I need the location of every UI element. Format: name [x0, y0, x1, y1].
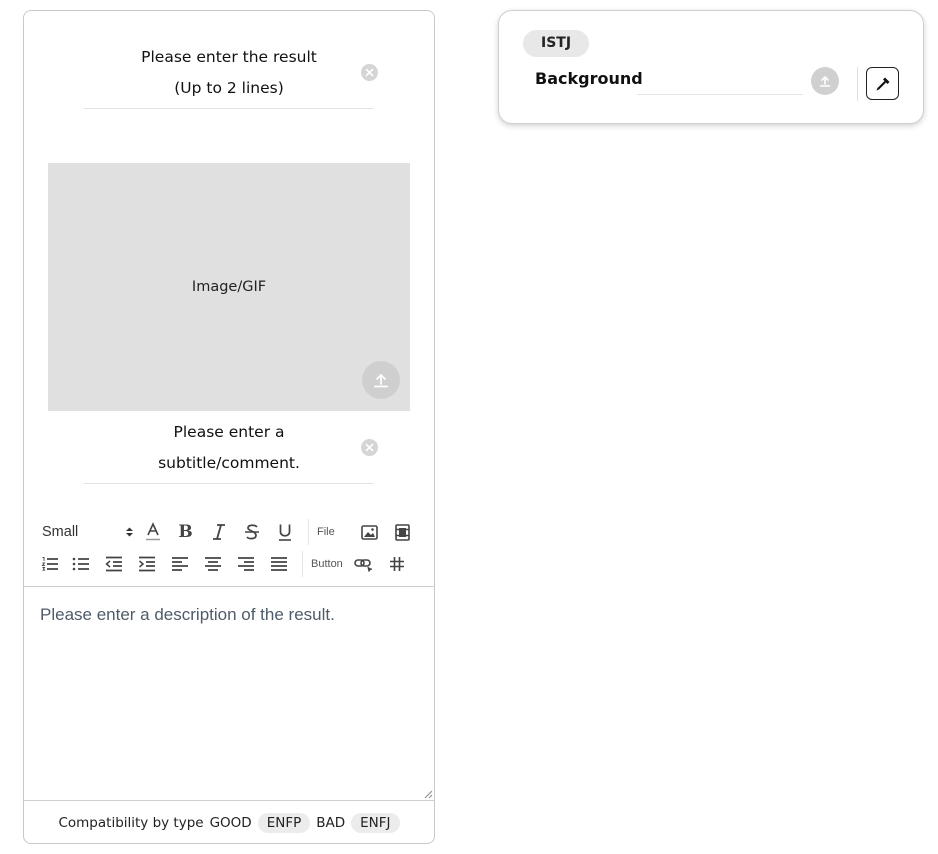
upload-icon	[819, 76, 831, 87]
font-color-icon	[145, 522, 160, 541]
image-gif-label: Image/GIF	[191, 279, 267, 295]
clear-subtitle-button[interactable]	[361, 439, 378, 456]
toolbar-divider	[308, 519, 309, 545]
outdent-button[interactable]	[97, 551, 130, 577]
bad-type-badge[interactable]: ENFJ	[351, 813, 400, 833]
image-icon	[361, 524, 378, 540]
description-placeholder: Please enter a description of the result…	[40, 605, 335, 624]
insert-video-button[interactable]	[386, 519, 419, 545]
background-settings-card: ISTJ Background	[498, 10, 924, 124]
compatibility-label: Compatibility by type	[58, 815, 204, 831]
background-upload-button[interactable]	[811, 67, 839, 95]
toolbar-row-2: Button	[36, 551, 413, 577]
image-upload-button[interactable]	[362, 361, 400, 399]
compatibility-row: Compatibility by type GOOD ENFP BAD ENFJ	[24, 809, 434, 837]
type-tag: ISTJ	[523, 30, 590, 57]
strikethrough-button[interactable]	[235, 519, 268, 545]
select-arrows-icon	[126, 527, 133, 537]
result-title-field[interactable]: Please enter the result (Up to 2 lines)	[84, 42, 378, 109]
clear-icon	[365, 68, 374, 77]
align-right-icon	[237, 557, 254, 571]
description-editor[interactable]: Please enter a description of the result…	[24, 586, 434, 801]
good-label: GOOD	[209, 815, 252, 831]
background-input[interactable]	[637, 71, 803, 95]
bad-label: BAD	[316, 815, 346, 831]
toolbar-divider	[302, 551, 303, 577]
result-title-line1: Please enter the result	[141, 48, 317, 66]
indent-button[interactable]	[130, 551, 163, 577]
file-button[interactable]: File	[317, 526, 353, 538]
outdent-icon	[104, 556, 122, 572]
hashtag-icon	[389, 557, 404, 571]
insert-hashtag-button[interactable]	[380, 551, 413, 577]
divider	[857, 67, 858, 101]
ordered-list-icon	[41, 557, 58, 571]
font-size-value: Small	[42, 524, 79, 540]
subtitle-line1: Please enter a	[173, 423, 285, 441]
toolbar-row-1: Small B File	[36, 519, 419, 545]
link-icon	[354, 558, 373, 572]
subtitle-line2: subtitle/comment.	[158, 454, 300, 472]
align-left-button[interactable]	[163, 551, 196, 577]
color-picker-button[interactable]	[866, 67, 899, 100]
clear-icon	[365, 443, 374, 452]
result-title-placeholder[interactable]: Please enter the result (Up to 2 lines)	[84, 42, 374, 104]
align-center-icon	[204, 557, 221, 571]
indent-icon	[138, 556, 155, 572]
insert-link-button[interactable]	[347, 551, 380, 577]
insert-image-button[interactable]	[353, 519, 386, 545]
good-type-badge[interactable]: ENFP	[257, 813, 311, 833]
align-justify-icon	[270, 557, 287, 571]
eyedropper-icon	[876, 77, 889, 90]
subtitle-placeholder[interactable]: Please enter a subtitle/comment.	[84, 417, 374, 479]
bold-icon: B	[178, 522, 193, 542]
align-left-icon	[171, 557, 188, 571]
clear-title-button[interactable]	[361, 64, 378, 81]
button-insert[interactable]: Button	[311, 558, 347, 570]
underline-button[interactable]	[268, 519, 301, 545]
result-editor-card: Please enter the result (Up to 2 lines) …	[23, 10, 435, 844]
strikethrough-icon	[244, 524, 259, 540]
align-center-button[interactable]	[196, 551, 229, 577]
font-size-select[interactable]: Small	[36, 520, 136, 544]
align-justify-button[interactable]	[262, 551, 295, 577]
bullet-list-icon	[72, 557, 89, 571]
resize-grip-icon[interactable]	[423, 789, 433, 799]
text-formatting-toolbar: Small B File Button	[24, 514, 434, 586]
image-gif-upload-area[interactable]: Image/GIF	[48, 163, 410, 411]
ordered-list-button[interactable]	[36, 551, 64, 577]
italic-icon	[212, 524, 225, 540]
font-color-button[interactable]	[136, 519, 169, 545]
underline-icon	[278, 524, 291, 541]
bold-button[interactable]: B	[169, 519, 202, 545]
film-icon	[395, 523, 410, 541]
background-label: Background	[535, 69, 643, 88]
bullet-list-button[interactable]	[64, 551, 97, 577]
upload-icon	[374, 374, 388, 388]
italic-button[interactable]	[202, 519, 235, 545]
align-right-button[interactable]	[229, 551, 262, 577]
subtitle-comment-field[interactable]: Please enter a subtitle/comment.	[84, 417, 378, 484]
result-title-line2: (Up to 2 lines)	[174, 79, 284, 97]
